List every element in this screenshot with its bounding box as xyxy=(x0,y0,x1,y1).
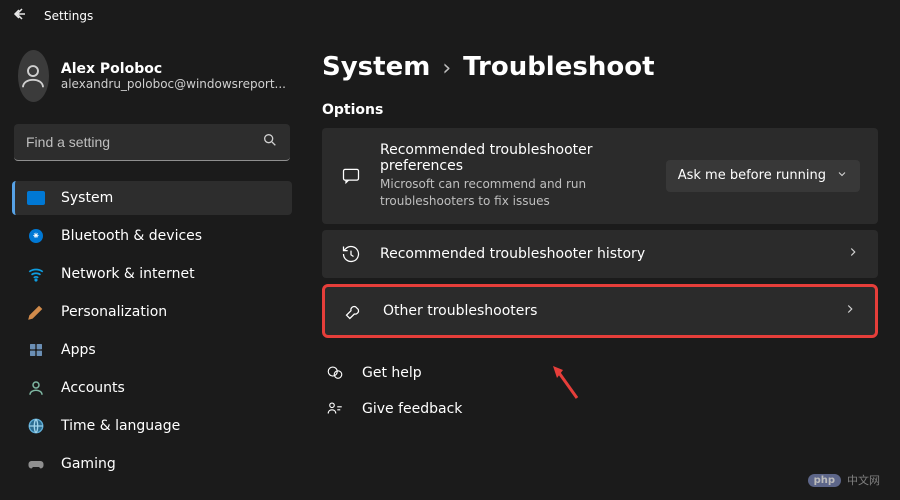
user-name: Alex Poloboc xyxy=(61,61,286,77)
get-help-link[interactable]: Get help xyxy=(322,356,878,390)
section-label: Options xyxy=(322,102,878,118)
user-email: alexandru_poloboc@windowsreport... xyxy=(61,77,286,91)
help-label: Get help xyxy=(362,365,422,381)
card-other-troubleshooters[interactable]: Other troubleshooters xyxy=(322,284,878,338)
breadcrumb-parent[interactable]: System xyxy=(322,52,430,82)
help-icon xyxy=(324,364,346,382)
sidebar: Alex Poloboc alexandru_poloboc@windowsre… xyxy=(0,32,300,500)
sidebar-item-accounts[interactable]: Accounts xyxy=(12,371,292,405)
watermark-badge: php xyxy=(808,474,841,487)
card-troubleshooter-history[interactable]: Recommended troubleshooter history xyxy=(322,230,878,278)
feedback-icon xyxy=(324,400,346,418)
sidebar-item-apps[interactable]: Apps xyxy=(12,333,292,367)
feedback-label: Give feedback xyxy=(362,401,462,417)
avatar xyxy=(18,50,49,102)
history-icon xyxy=(340,244,362,264)
sidebar-item-network[interactable]: Network & internet xyxy=(12,257,292,291)
sidebar-item-label: Time & language xyxy=(61,418,180,434)
preferences-dropdown[interactable]: Ask me before running xyxy=(666,160,860,192)
accounts-icon xyxy=(27,379,45,397)
sidebar-item-label: Personalization xyxy=(61,304,167,320)
sidebar-item-label: Gaming xyxy=(61,456,116,472)
breadcrumb-leaf: Troubleshoot xyxy=(463,52,654,82)
bluetooth-icon: ⁕ xyxy=(27,227,45,245)
sidebar-item-label: Network & internet xyxy=(61,266,195,282)
watermark-text: 中文网 xyxy=(847,472,880,488)
card-title: Recommended troubleshooter history xyxy=(380,246,828,262)
gaming-icon xyxy=(27,455,45,473)
system-icon xyxy=(27,189,45,207)
sidebar-item-personalization[interactable]: Personalization xyxy=(12,295,292,329)
chat-icon xyxy=(340,166,362,186)
sidebar-item-time-language[interactable]: Time & language xyxy=(12,409,292,443)
search-input[interactable] xyxy=(14,124,290,161)
brush-icon xyxy=(27,303,45,321)
sidebar-item-bluetooth[interactable]: ⁕ Bluetooth & devices xyxy=(12,219,292,253)
watermark: php 中文网 xyxy=(808,472,880,488)
apps-icon xyxy=(27,341,45,359)
breadcrumb-separator-icon: › xyxy=(442,56,451,81)
chevron-right-icon xyxy=(843,302,857,320)
give-feedback-link[interactable]: Give feedback xyxy=(322,392,878,426)
sidebar-item-label: Accounts xyxy=(61,380,125,396)
dropdown-value: Ask me before running xyxy=(678,168,826,183)
globe-icon xyxy=(27,417,45,435)
card-title: Recommended troubleshooter preferences xyxy=(380,142,648,174)
wifi-icon xyxy=(27,265,45,283)
sidebar-item-label: System xyxy=(61,190,113,206)
main-content: System › Troubleshoot Options Recommende… xyxy=(300,32,900,500)
chevron-right-icon xyxy=(846,245,860,263)
user-block[interactable]: Alex Poloboc alexandru_poloboc@windowsre… xyxy=(12,44,292,116)
app-title: Settings xyxy=(44,9,93,23)
sidebar-item-gaming[interactable]: Gaming xyxy=(12,447,292,481)
chevron-down-icon xyxy=(836,168,848,184)
back-icon[interactable] xyxy=(12,6,28,26)
card-recommended-preferences: Recommended troubleshooter preferences M… xyxy=(322,128,878,224)
search-field[interactable] xyxy=(26,134,262,150)
breadcrumb: System › Troubleshoot xyxy=(322,52,878,82)
card-description: Microsoft can recommend and run troubles… xyxy=(380,176,620,210)
card-title: Other troubleshooters xyxy=(383,303,825,319)
search-icon xyxy=(262,132,278,152)
sidebar-item-system[interactable]: System xyxy=(12,181,292,215)
sidebar-item-label: Apps xyxy=(61,342,96,358)
sidebar-item-label: Bluetooth & devices xyxy=(61,228,202,244)
wrench-icon xyxy=(343,301,365,321)
